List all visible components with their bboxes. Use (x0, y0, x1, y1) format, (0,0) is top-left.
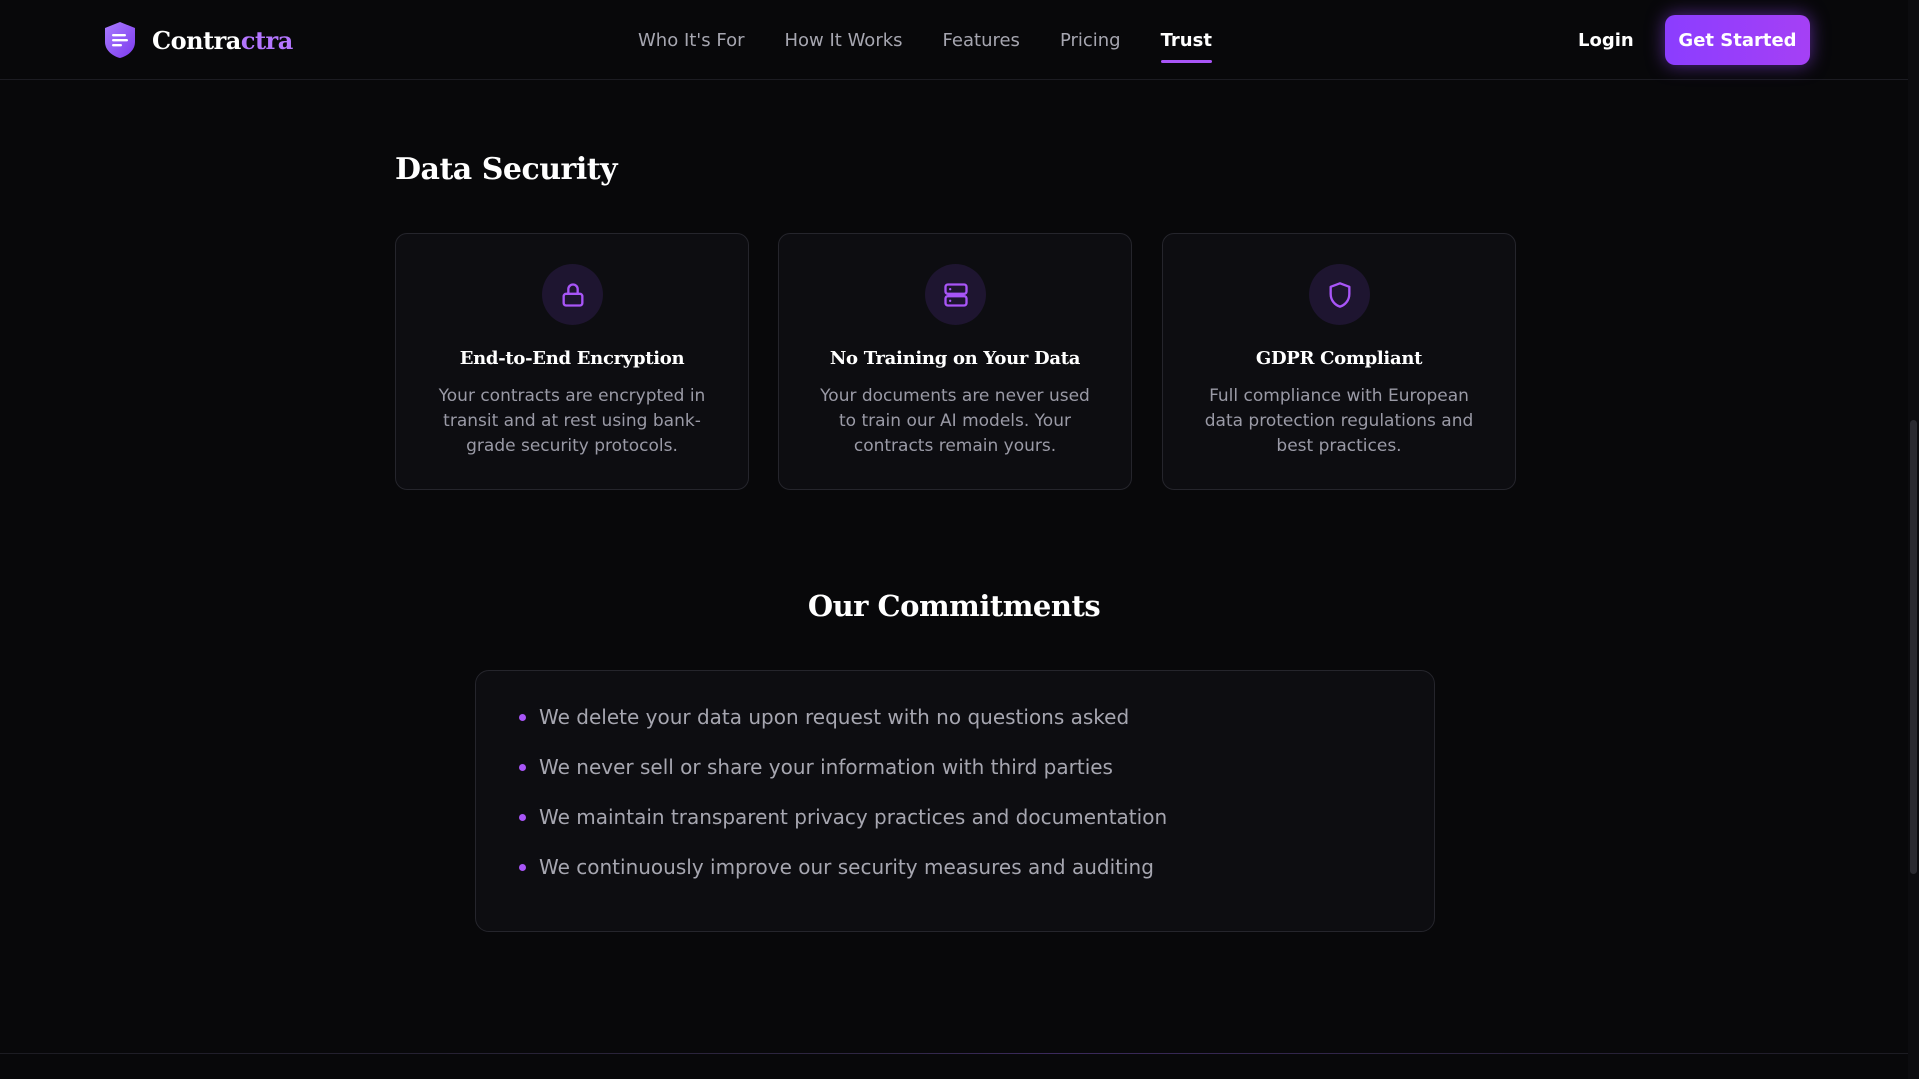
security-card-gdpr: GDPR Compliant Full compliance with Euro… (1162, 233, 1516, 490)
shield-icon (1329, 281, 1350, 308)
list-item: We maintain transparent privacy practice… (516, 807, 1167, 857)
bullet-dot-icon (519, 714, 526, 721)
top-navigation: Contractra Who It's For How It Works Fea… (0, 0, 1908, 80)
page-scrollbar[interactable] (1908, 0, 1919, 1079)
footer-divider (0, 1053, 1908, 1054)
list-item: We never sell or share your information … (516, 757, 1167, 807)
card-description: Your contracts are encrypted in transit … (438, 386, 706, 456)
scrollbar-thumb[interactable] (1910, 420, 1917, 874)
nav-link-pricing[interactable]: Pricing (1060, 0, 1121, 80)
list-item: We delete your data upon request with no… (516, 707, 1167, 757)
nav-links: Who It's For How It Works Features Prici… (638, 0, 1213, 80)
bullet-dot-icon (519, 764, 526, 771)
shield-logo-icon (105, 22, 135, 58)
nav-link-how-it-works[interactable]: How It Works (784, 0, 902, 80)
card-title: End-to-End Encryption (459, 348, 685, 369)
bullet-dot-icon (519, 864, 526, 871)
card-icon-badge (542, 264, 603, 325)
brand-logo-link[interactable]: Contractra (102, 20, 293, 60)
card-icon-badge (1309, 264, 1370, 325)
lock-icon (562, 282, 583, 307)
list-item-text: We never sell or share your information … (539, 755, 1113, 779)
server-icon (943, 282, 968, 307)
card-description: Full compliance with European data prote… (1204, 386, 1474, 456)
card-icon-badge (925, 264, 986, 325)
commitments-list: We delete your data upon request with no… (516, 707, 1167, 907)
get-started-button[interactable]: Get Started (1665, 15, 1810, 65)
login-link[interactable]: Login (1578, 0, 1634, 80)
nav-link-who-its-for[interactable]: Who It's For (638, 0, 744, 80)
commitments-panel: We delete your data upon request with no… (475, 670, 1435, 932)
list-item-text: We continuously improve our security mea… (539, 855, 1154, 879)
nav-link-trust[interactable]: Trust (1160, 0, 1213, 80)
brand-name: Contractra (152, 25, 293, 55)
list-item-text: We delete your data upon request with no… (539, 705, 1130, 729)
card-description: Your documents are never used to train o… (820, 386, 1090, 456)
nav-link-features[interactable]: Features (943, 0, 1020, 80)
card-title: GDPR Compliant (1255, 348, 1423, 369)
security-card-encryption: End-to-End Encryption Your contracts are… (395, 233, 749, 490)
commitments-heading: Our Commitments (807, 589, 1101, 623)
security-card-no-training: No Training on Your Data Your documents … (778, 233, 1132, 490)
list-item-text: We maintain transparent privacy practice… (539, 805, 1168, 829)
data-security-heading: Data Security (395, 152, 618, 187)
bullet-dot-icon (519, 814, 526, 821)
list-item: We continuously improve our security mea… (516, 857, 1167, 907)
card-title: No Training on Your Data (829, 348, 1081, 369)
